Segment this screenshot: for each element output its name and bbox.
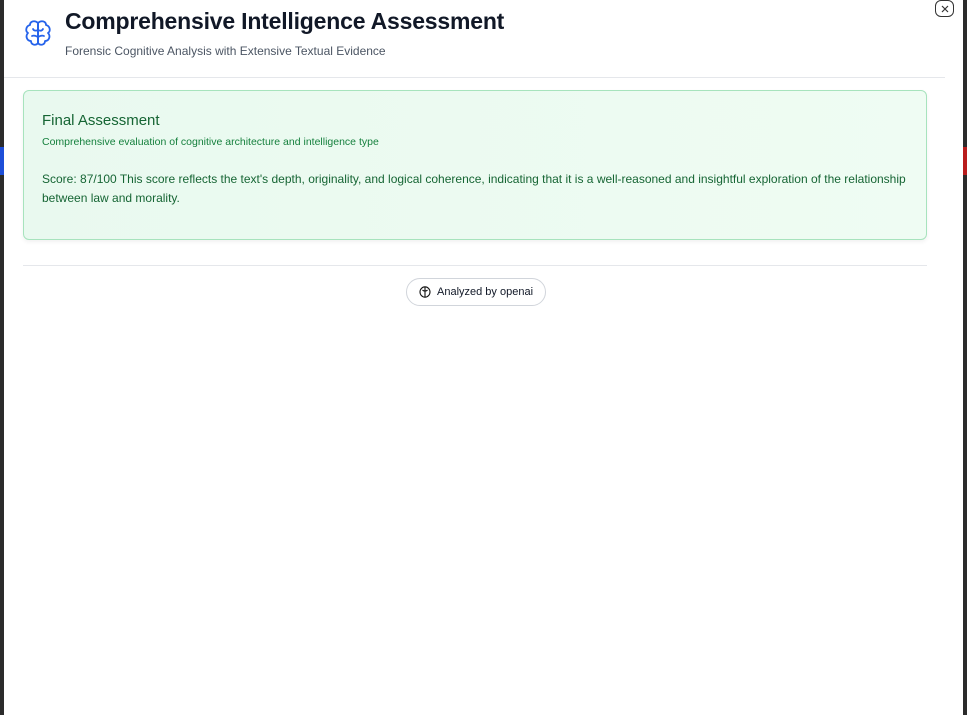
brain-icon: [25, 20, 51, 46]
card-title: Final Assessment: [42, 112, 160, 129]
final-assessment-card: Final Assessment Comprehensive evaluatio…: [23, 90, 927, 240]
brain-icon: [419, 286, 431, 298]
page-subtitle: Forensic Cognitive Analysis with Extensi…: [65, 44, 386, 58]
analyzed-by-badge: Analyzed by openai: [406, 278, 547, 306]
page-title: Comprehensive Intelligence Assessment: [65, 8, 505, 34]
modal-header: Comprehensive Intelligence Assessment Fo…: [4, 0, 945, 78]
badge-label: Analyzed by openai: [437, 286, 534, 298]
backdrop-edge-right: [963, 147, 967, 175]
assessment-modal: Comprehensive Intelligence Assessment Fo…: [4, 0, 963, 715]
assessment-text: Score: 87/100 This score reflects the te…: [42, 172, 906, 205]
card-description: Comprehensive evaluation of cognitive ar…: [42, 136, 379, 148]
section-divider: [23, 265, 927, 266]
